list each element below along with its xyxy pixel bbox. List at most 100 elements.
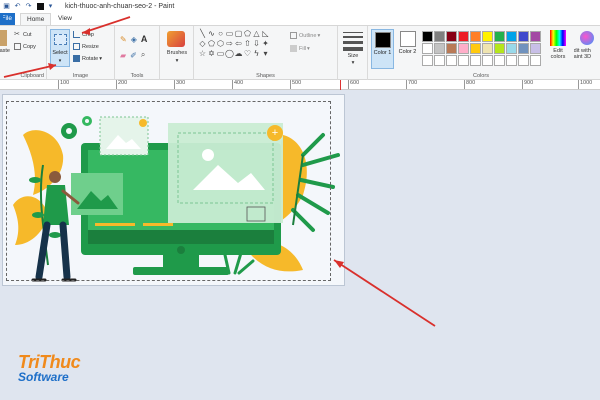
horizontal-ruler: 100 200 300 400 500 600 700 800 900 1000: [0, 80, 600, 90]
paste-button[interactable]: [0, 30, 9, 46]
palette-swatch[interactable]: [422, 55, 433, 66]
left-arrow-shape-icon[interactable]: ⇦: [234, 39, 243, 49]
outline-button[interactable]: Outline ▾: [290, 32, 320, 39]
select-dropdown-icon[interactable]: ▾: [51, 58, 69, 64]
right-triangle-shape-icon[interactable]: ◺: [261, 29, 270, 39]
rotate-dropdown-icon[interactable]: ▾: [99, 56, 102, 62]
tab-view[interactable]: View: [52, 13, 78, 25]
palette-swatch[interactable]: [446, 55, 457, 66]
rounded-rectangle-shape-icon[interactable]: ▢: [234, 29, 243, 39]
palette-swatch[interactable]: [494, 55, 505, 66]
fill-dropdown-icon: ▾: [307, 45, 310, 52]
select-label: Select: [52, 50, 68, 56]
fill-bucket-icon[interactable]: ◈: [131, 35, 137, 44]
rectangle-shape-icon[interactable]: ▭: [225, 29, 234, 39]
rotate-button[interactable]: Rotate ▾: [73, 55, 102, 62]
edit-colors-button[interactable]: Edit colors: [546, 30, 570, 60]
palette-swatch[interactable]: [470, 43, 481, 54]
four-point-star-shape-icon[interactable]: ✦: [261, 39, 270, 49]
brushes-label: Brushes: [166, 50, 188, 56]
palette-swatch[interactable]: [494, 31, 505, 42]
callout-oval-shape-icon[interactable]: ◯: [225, 49, 234, 59]
color-picker-icon[interactable]: ✐: [130, 51, 137, 60]
palette-swatch[interactable]: [458, 55, 469, 66]
palette-swatch[interactable]: [434, 55, 445, 66]
resize-button[interactable]: Resize: [73, 43, 99, 50]
triangle-shape-icon[interactable]: △: [252, 29, 261, 39]
right-arrow-shape-icon[interactable]: ⇨: [225, 39, 234, 49]
cut-label: Cut: [23, 31, 32, 38]
palette-swatch[interactable]: [506, 31, 517, 42]
color2-button[interactable]: Color 2: [396, 29, 419, 69]
tab-file[interactable]: File: [0, 13, 15, 25]
palette-swatch[interactable]: [446, 43, 457, 54]
ruler-tick: 700: [406, 80, 417, 89]
crop-button[interactable]: Crop: [73, 31, 94, 38]
palette-swatch[interactable]: [530, 31, 541, 42]
color1-swatch: [374, 32, 391, 48]
color-palette[interactable]: [422, 31, 541, 66]
palette-swatch[interactable]: [470, 55, 481, 66]
cut-button[interactable]: ✂ Cut: [14, 31, 32, 38]
six-point-star-shape-icon[interactable]: ✡: [207, 49, 216, 59]
size-button[interactable]: Size ▾: [338, 26, 368, 80]
brushes-group[interactable]: Brushes ▾: [160, 26, 194, 80]
redo-icon[interactable]: ↷: [24, 2, 33, 11]
fill-button[interactable]: Fill ▾: [290, 45, 310, 52]
pencil-icon[interactable]: ✎: [120, 35, 127, 44]
save-icon[interactable]: ▣: [2, 2, 11, 11]
pentagon-shape-icon[interactable]: ⬠: [207, 39, 216, 49]
customize-quick-access-icon[interactable]: ▾: [46, 2, 55, 11]
palette-swatch[interactable]: [482, 31, 493, 42]
callout-cloud-shape-icon[interactable]: ☁: [234, 49, 243, 59]
magnifier-icon[interactable]: ⌕: [141, 50, 145, 60]
callout-rect-shape-icon[interactable]: ▭: [216, 49, 225, 59]
rotate-label: Rotate: [82, 55, 99, 62]
select-button[interactable]: Select ▾: [50, 29, 70, 67]
heart-shape-icon[interactable]: ♡: [243, 49, 252, 59]
diamond-shape-icon[interactable]: ◇: [198, 39, 207, 49]
palette-swatch[interactable]: [422, 43, 433, 54]
palette-swatch[interactable]: [482, 55, 493, 66]
color1-button[interactable]: Color 1: [371, 29, 394, 69]
text-icon[interactable]: A: [141, 34, 148, 44]
image-group-label: Image: [72, 73, 89, 79]
polygon-shape-icon[interactable]: ⬠: [243, 29, 252, 39]
hexagon-shape-icon[interactable]: ⬡: [216, 39, 225, 49]
tab-home[interactable]: Home: [20, 13, 52, 25]
palette-swatch[interactable]: [458, 43, 469, 54]
palette-swatch[interactable]: [506, 55, 517, 66]
undo-icon[interactable]: ↶: [13, 2, 22, 11]
lightning-shape-icon[interactable]: ϟ: [252, 49, 261, 59]
palette-swatch[interactable]: [518, 55, 529, 66]
palette-swatch[interactable]: [422, 31, 433, 42]
edit-paint3d-button[interactable]: Edit with Paint 3D: [574, 30, 600, 60]
more-shapes-icon[interactable]: ▾: [261, 49, 270, 59]
palette-swatch[interactable]: [482, 43, 493, 54]
palette-swatch[interactable]: [434, 31, 445, 42]
down-arrow-shape-icon[interactable]: ⇩: [252, 39, 261, 49]
palette-swatch[interactable]: [530, 43, 541, 54]
copy-label: Copy: [23, 43, 36, 50]
copy-button[interactable]: Copy: [14, 43, 36, 50]
tools-group-label: Tools: [130, 73, 144, 79]
palette-swatch[interactable]: [518, 31, 529, 42]
palette-swatch[interactable]: [470, 31, 481, 42]
eraser-icon[interactable]: ▰: [120, 51, 126, 60]
shapes-gallery[interactable]: ╲ ∿ ○ ▭ ▢ ⬠ △ ◺ ◇ ⬠ ⬡ ⇨ ⇦ ⇧ ⇩ ✦ ☆ ✡ ▭ ◯ …: [198, 29, 278, 59]
palette-swatch[interactable]: [494, 43, 505, 54]
canvas-area[interactable]: + TriThuc Software: [0, 90, 600, 400]
oval-shape-icon[interactable]: ○: [216, 29, 225, 39]
shapes-group-label: Shapes: [256, 73, 275, 79]
up-arrow-shape-icon[interactable]: ⇧: [243, 39, 252, 49]
curve-shape-icon[interactable]: ∿: [207, 29, 216, 39]
palette-swatch[interactable]: [458, 31, 469, 42]
palette-swatch[interactable]: [506, 43, 517, 54]
palette-swatch[interactable]: [518, 43, 529, 54]
line-shape-icon[interactable]: ╲: [198, 29, 207, 39]
palette-swatch[interactable]: [446, 31, 457, 42]
brushes-dropdown-icon[interactable]: ▾: [160, 58, 194, 64]
palette-swatch[interactable]: [530, 55, 541, 66]
five-point-star-shape-icon[interactable]: ☆: [198, 49, 207, 59]
palette-swatch[interactable]: [434, 43, 445, 54]
